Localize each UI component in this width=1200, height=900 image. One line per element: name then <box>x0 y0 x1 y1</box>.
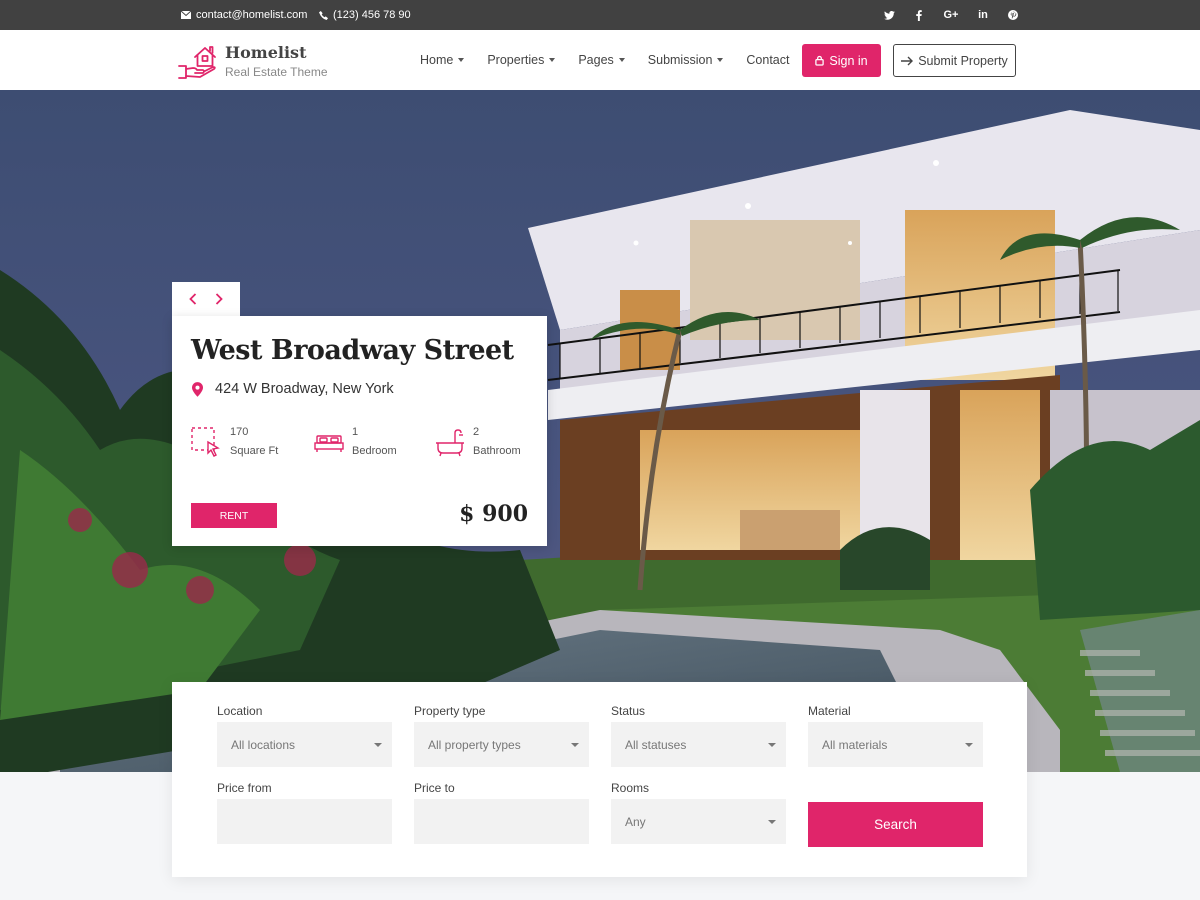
submit-property-label: Submit Property <box>918 53 1008 68</box>
feature-label: Bathroom <box>473 445 521 457</box>
price-from-input-box <box>217 799 392 844</box>
status-select[interactable]: All statuses <box>611 722 786 767</box>
nav-item-contact[interactable]: Contact <box>746 53 789 67</box>
property-search-panel: Location All locations Property type All… <box>172 682 1027 877</box>
twitter-icon[interactable] <box>882 10 896 20</box>
brand-title[interactable]: Homelist <box>225 43 306 62</box>
field-label: Location <box>217 704 263 718</box>
search-button[interactable]: Search <box>808 802 983 847</box>
price-from-field: Price from <box>217 781 392 844</box>
site-header: Homelist Real Estate Theme Home Properti… <box>0 30 1200 90</box>
bed-icon <box>314 435 344 452</box>
sign-in-button[interactable]: Sign in <box>802 44 881 77</box>
envelope-icon <box>181 11 191 19</box>
contact-email[interactable]: contact@homelist.com <box>181 0 307 30</box>
feature-bathroom: 2 Bathroom <box>435 426 521 458</box>
field-label: Status <box>611 704 646 718</box>
contact-phone[interactable]: (123) 456 78 90 <box>319 0 411 30</box>
rooms-select[interactable]: Any <box>611 799 786 844</box>
select-value: All statuses <box>625 737 687 752</box>
sign-in-label: Sign in <box>829 53 868 68</box>
feature-value: 1 <box>352 426 359 438</box>
field-label: Price from <box>217 781 272 795</box>
map-pin-icon <box>192 381 203 397</box>
listing-address: 424 W Broadway, New York <box>192 381 394 397</box>
area-icon <box>191 427 220 457</box>
feature-value: 2 <box>473 426 480 438</box>
property-type-select[interactable]: All property types <box>414 722 589 767</box>
social-links: G+ in <box>882 0 1020 30</box>
chevron-left-icon[interactable] <box>189 293 197 305</box>
rent-status-button[interactable]: RENT <box>191 503 277 528</box>
main-nav: Home Properties Pages Submission Contact <box>420 30 790 90</box>
feature-label: Bedroom <box>352 445 397 457</box>
status-field: Status All statuses <box>611 704 786 767</box>
location-select[interactable]: All locations <box>217 722 392 767</box>
facebook-icon[interactable] <box>912 9 926 21</box>
rooms-field: Rooms Any <box>611 781 786 844</box>
google-plus-icon[interactable]: G+ <box>942 9 960 21</box>
nav-item-properties[interactable]: Properties <box>487 53 556 67</box>
nav-label: Home <box>420 53 454 67</box>
top-bar: contact@homelist.com (123) 456 78 90 G+ … <box>0 0 1200 30</box>
chevron-right-icon[interactable] <box>215 293 223 305</box>
phone-text: (123) 456 78 90 <box>333 9 411 21</box>
slider-nav <box>172 282 240 316</box>
select-value: All property types <box>428 737 521 752</box>
hero-banner: West Broadway Street 424 W Broadway, New… <box>0 90 1200 772</box>
email-text: contact@homelist.com <box>196 9 308 21</box>
material-select[interactable]: All materials <box>808 722 983 767</box>
phone-icon <box>319 10 328 20</box>
nav-label: Pages <box>578 53 614 67</box>
material-field: Material All materials <box>808 704 983 767</box>
price-from-input[interactable] <box>231 799 382 844</box>
caret-down-icon <box>717 58 724 62</box>
price-to-input-box <box>414 799 589 844</box>
featured-listing-card[interactable]: West Broadway Street 424 W Broadway, New… <box>172 316 547 546</box>
location-field: Location All locations <box>217 704 392 767</box>
nav-label: Submission <box>647 53 713 67</box>
nav-item-submission[interactable]: Submission <box>648 53 724 67</box>
bathtub-icon <box>436 429 464 457</box>
listing-price: $ 900 <box>459 501 528 527</box>
select-value: Any <box>625 814 646 829</box>
property-type-field: Property type All property types <box>414 704 589 767</box>
nav-label: Properties <box>487 53 545 67</box>
lock-icon <box>815 55 825 66</box>
select-value: All materials <box>822 737 888 752</box>
caret-down-icon <box>458 58 465 62</box>
caret-down-icon <box>374 742 382 747</box>
feature-value: 170 <box>230 426 249 438</box>
nav-label: Contact <box>746 53 790 67</box>
listing-title[interactable]: West Broadway Street <box>191 335 514 366</box>
caret-down-icon <box>571 742 579 747</box>
nav-item-pages[interactable]: Pages <box>578 53 625 67</box>
brand-subtitle: Real Estate Theme <box>225 65 328 79</box>
field-label: Price to <box>414 781 455 795</box>
caret-down-icon <box>768 742 776 747</box>
caret-down-icon <box>618 58 625 62</box>
field-label: Rooms <box>611 781 650 795</box>
feature-area: 170 Square Ft <box>190 426 278 458</box>
submit-property-button[interactable]: Submit Property <box>893 44 1016 77</box>
linkedin-icon[interactable]: in <box>976 9 990 21</box>
field-label: Property type <box>414 704 486 718</box>
feature-bedroom: 1 Bedroom <box>314 426 397 458</box>
price-to-input[interactable] <box>428 799 579 844</box>
pinterest-icon[interactable] <box>1006 10 1020 20</box>
caret-down-icon <box>549 58 556 62</box>
caret-down-icon <box>768 819 776 824</box>
arrow-right-icon <box>901 56 914 65</box>
house-hand-logo-icon[interactable] <box>178 42 218 85</box>
address-text: 424 W Broadway, New York <box>215 381 394 397</box>
feature-label: Square Ft <box>230 445 279 457</box>
nav-item-home[interactable]: Home <box>420 53 465 67</box>
price-to-field: Price to <box>414 781 589 844</box>
field-label: Material <box>808 704 851 718</box>
select-value: All locations <box>231 737 296 752</box>
caret-down-icon <box>965 742 973 747</box>
